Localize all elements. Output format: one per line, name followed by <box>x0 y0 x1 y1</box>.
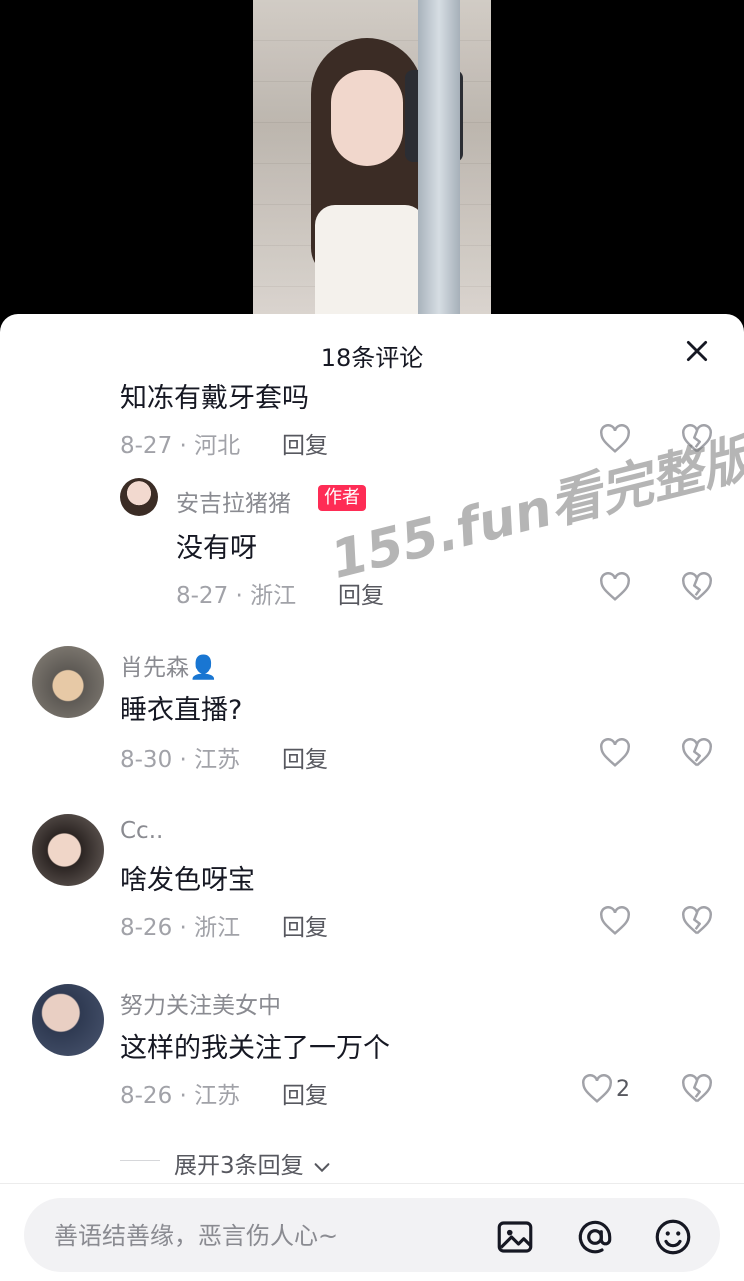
heart-icon <box>600 738 630 767</box>
reply-button[interactable]: 回复 <box>282 908 328 942</box>
avatar[interactable] <box>120 478 158 516</box>
video-person-face <box>331 70 403 166</box>
dislike-button[interactable] <box>680 738 714 768</box>
comment-date-region: 8-26 · 江苏 <box>120 1083 241 1109</box>
broken-heart-icon <box>682 572 712 601</box>
comment-text: 睡衣直播? <box>120 695 243 726</box>
close-button[interactable] <box>682 336 712 366</box>
expand-replies-button[interactable]: 展开3条回复 <box>174 1146 333 1180</box>
dislike-button[interactable] <box>680 572 714 602</box>
nickname[interactable]: Cc.. <box>120 818 163 844</box>
comment-date-region: 8-27 · 浙江 <box>176 583 297 609</box>
heart-icon <box>582 1074 612 1103</box>
heart-icon <box>600 906 630 935</box>
comment-input-box[interactable] <box>24 1198 720 1274</box>
reply-button[interactable]: 回复 <box>282 1076 328 1110</box>
close-icon <box>686 340 708 362</box>
comment-date-region: 8-27 · 河北 <box>120 433 241 459</box>
like-button[interactable] <box>598 906 632 936</box>
comment-text: 没有呀 <box>176 533 257 564</box>
video-preview[interactable] <box>253 0 491 315</box>
like-button[interactable] <box>598 738 632 768</box>
comment-input-bar <box>0 1183 744 1281</box>
comment-text: 知冻有戴牙套吗 <box>120 384 309 414</box>
nickname[interactable]: 安吉拉猪猪 <box>176 484 291 518</box>
broken-heart-icon <box>682 906 712 935</box>
image-button[interactable] <box>494 1216 536 1258</box>
broken-heart-icon <box>682 1074 712 1103</box>
avatar[interactable] <box>32 646 104 718</box>
like-button[interactable] <box>580 1074 614 1104</box>
like-button[interactable] <box>598 572 632 602</box>
reply-button[interactable]: 回复 <box>282 426 328 460</box>
comment-sheet: 18条评论 知冻有戴牙套吗 8-27 · 河北 回复 安吉拉猪猪 作者 没有呀 … <box>0 314 744 1280</box>
comment-text: 这样的我关注了一万个 <box>120 1033 390 1064</box>
heart-icon <box>600 572 630 601</box>
dislike-button[interactable] <box>680 906 714 936</box>
emoji-icon <box>655 1219 691 1255</box>
image-icon <box>497 1221 533 1253</box>
like-count: 2 <box>616 1077 630 1102</box>
comment-count-title: 18条评论 <box>320 344 424 372</box>
author-badge: 作者 <box>318 485 366 511</box>
video-person-dress <box>315 205 425 315</box>
expand-replies-label: 展开3条回复 <box>174 1153 304 1179</box>
mention-button[interactable] <box>574 1216 616 1258</box>
video-pillar <box>418 0 460 315</box>
nickname[interactable]: 肖先森👤 <box>120 648 218 682</box>
expand-divider <box>120 1160 160 1161</box>
dislike-button[interactable] <box>680 1074 714 1104</box>
comment-date-region: 8-26 · 浙江 <box>120 915 241 941</box>
nickname[interactable]: 努力关注美女中 <box>120 986 281 1020</box>
at-icon <box>578 1220 612 1254</box>
comment-input[interactable] <box>52 1198 476 1274</box>
avatar[interactable] <box>32 814 104 886</box>
comment-text: 啥发色呀宝 <box>120 865 255 896</box>
emoji-button[interactable] <box>652 1216 694 1258</box>
comment-date-region: 8-30 · 江苏 <box>120 747 241 773</box>
avatar[interactable] <box>32 984 104 1056</box>
broken-heart-icon <box>682 738 712 767</box>
chevron-down-icon <box>314 1162 330 1172</box>
reply-button[interactable]: 回复 <box>282 740 328 774</box>
